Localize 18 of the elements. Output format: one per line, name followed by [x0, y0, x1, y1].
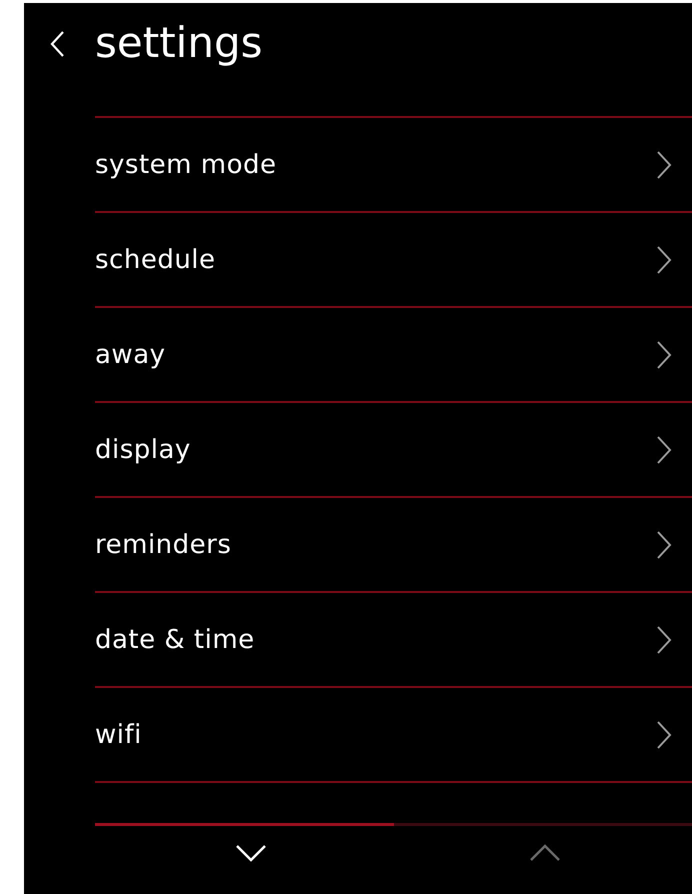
settings-item[interactable]: display — [95, 401, 692, 496]
chevron-right-icon — [656, 720, 672, 750]
chevron-up-icon — [529, 843, 561, 863]
settings-item[interactable]: reminders — [95, 496, 692, 591]
settings-item[interactable]: wifi — [95, 686, 692, 781]
back-icon — [49, 30, 65, 58]
chevron-right-icon — [656, 434, 672, 464]
chevron-right-icon — [656, 624, 672, 654]
settings-item[interactable]: schedule — [95, 211, 692, 306]
settings-item[interactable]: away — [95, 306, 692, 401]
chevron-right-icon — [656, 530, 672, 560]
chevron-right-icon — [656, 340, 672, 370]
settings-item[interactable]: system mode — [95, 116, 692, 211]
page-title: settings — [95, 20, 262, 66]
chevron-down-icon — [235, 843, 267, 863]
chevron-right-icon — [656, 244, 672, 274]
settings-item[interactable]: date & time — [95, 591, 692, 686]
chevron-right-icon — [656, 150, 672, 180]
